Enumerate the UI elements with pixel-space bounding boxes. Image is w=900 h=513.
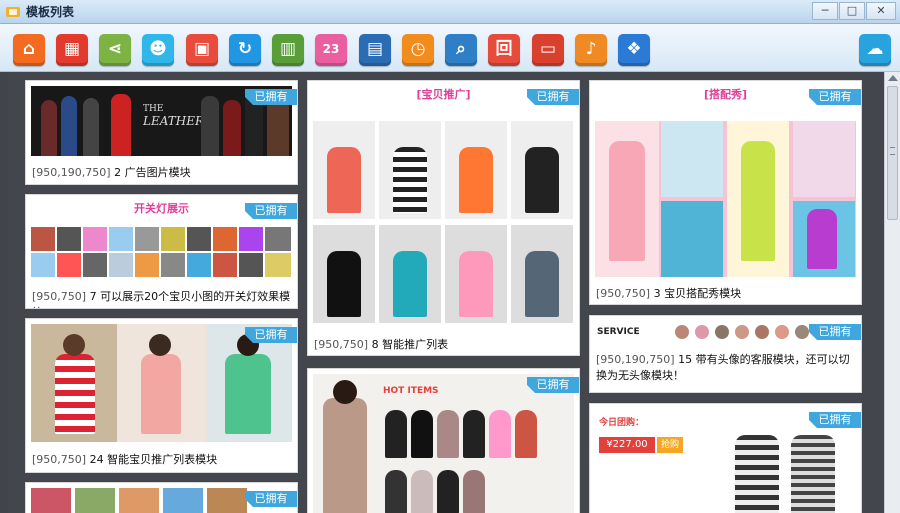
template-size: [950,750] [314,338,369,351]
columns-icon[interactable]: ▥ [272,34,304,66]
close-button[interactable]: ✕ [866,2,896,20]
card-caption: [950,750] 3 宝贝搭配秀模块 [596,286,855,302]
owned-badge: 已拥有 [245,491,297,507]
owned-badge: 已拥有 [245,203,297,219]
card-caption: [950,750] 7 可以展示20个宝贝小图的开关灯效果模块 [32,289,291,308]
template-size: [950,750] [596,287,651,300]
app-icon [6,6,20,17]
template-desc: 24 智能宝贝推广列表模块 [86,453,218,466]
template-card-6[interactable]: [搭配秀] 已拥有 [950,750] 3 宝贝搭配秀模块 [589,80,862,305]
scroll-up-arrow-icon[interactable] [888,75,898,81]
layout-icon[interactable]: ▤ [359,34,391,66]
title-bar: 模板列表 ─ □ ✕ [0,0,900,24]
price-tag: ¥227.00 [599,437,655,453]
share-icon[interactable]: ⋖ [99,34,131,66]
maximize-button[interactable]: □ [839,2,865,20]
minimize-button[interactable]: ─ [812,2,838,20]
grip-icon [890,147,895,155]
buy-button: 抢购 [657,437,683,453]
template-card-1[interactable]: THE LEATHER 已拥有 [950,190,750] 2 广告图片模块 [25,80,298,185]
card-banner: SERVICE [597,327,640,337]
template-thumbnail [31,227,292,277]
template-desc: 3 宝贝搭配秀模块 [650,287,742,300]
template-thumbnail: HOT ITEMS [313,374,574,513]
owned-badge: 已拥有 [245,327,297,343]
template-size: [950,190,750] [596,353,675,366]
template-size: [950,190,750] [32,166,111,179]
card-banner: 今日团购： [599,418,645,428]
toolbar: ⌂ ▦ ⋖ ☻ ▣ ↻ ▥ 23 ▤ ◷ ⌕ 回 ▭ ♪ ❖ ☁ [0,24,900,72]
template-card-9[interactable]: 已拥有 [25,482,298,513]
card-caption: [950,190,750] 2 广告图片模块 [32,165,291,181]
dropbox-icon[interactable]: ❖ [618,34,650,66]
template-card-7[interactable]: SERVICE 已拥有 [950,190,750] 15 带有头像的客服模块，还… [589,315,862,393]
calendar-icon[interactable]: 23 [315,34,347,66]
search-icon[interactable]: ⌕ [445,34,477,66]
card-banner: HOT ITEMS [383,386,439,396]
face-icon[interactable]: ☻ [142,34,174,66]
template-thumbnail [595,121,856,277]
template-card-5[interactable]: HOT ITEMS 已拥有 [307,368,580,513]
window-title: 模板列表 [26,5,75,19]
frame-icon[interactable]: 回 [488,34,520,66]
image-icon[interactable]: ▣ [186,34,218,66]
home-icon[interactable]: ⌂ [13,34,45,66]
leather-text-1: THE [143,104,164,114]
scroll-thumb[interactable] [887,86,898,220]
template-desc: 8 智能推广列表 [368,338,449,351]
panel-icon[interactable]: ▭ [532,34,564,66]
owned-badge: 已拥有 [809,412,861,428]
template-card-4[interactable]: [宝贝推广] 已拥有 [950,750] 8 智能推广列表 [307,80,580,356]
clock-icon[interactable]: ◷ [402,34,434,66]
owned-badge: 已拥有 [527,377,579,393]
template-card-8[interactable]: 今日团购： ¥227.00 抢购 已拥有 [589,403,862,513]
owned-badge: 已拥有 [245,89,297,105]
speaker-icon[interactable]: ♪ [575,34,607,66]
card-caption: [950,750] 24 智能宝贝推广列表模块 [32,452,291,468]
template-size: [950,750] [32,453,87,466]
template-card-3[interactable]: 已拥有 [950,750] 24 智能宝贝推广列表模块 [25,318,298,473]
template-card-2[interactable]: 开关灯展示 已拥有 [950,750] 7 可以展示20个宝贝小图的开关灯效果模… [25,194,298,309]
cloud-sync-icon[interactable]: ☁ [859,34,891,66]
owned-badge: 已拥有 [809,324,861,340]
template-desc: 2 广告图片模块 [110,166,191,179]
template-size: [950,750] [32,290,87,303]
template-thumbnail [313,121,574,329]
card-caption: [950,190,750] 15 带有头像的客服模块，还可以切换为无头像模块！ [596,352,855,384]
owned-badge: 已拥有 [527,89,579,105]
template-grid: THE LEATHER 已拥有 [950,190,750] 2 广告图片模块 开… [8,72,884,513]
owned-badge: 已拥有 [809,89,861,105]
grid-icon[interactable]: ▦ [56,34,88,66]
card-caption: [950,750] 8 智能推广列表 [314,337,573,353]
leather-text-2: LEATHER [143,114,205,128]
refresh-icon[interactable]: ↻ [229,34,261,66]
vertical-scrollbar[interactable] [884,72,900,513]
